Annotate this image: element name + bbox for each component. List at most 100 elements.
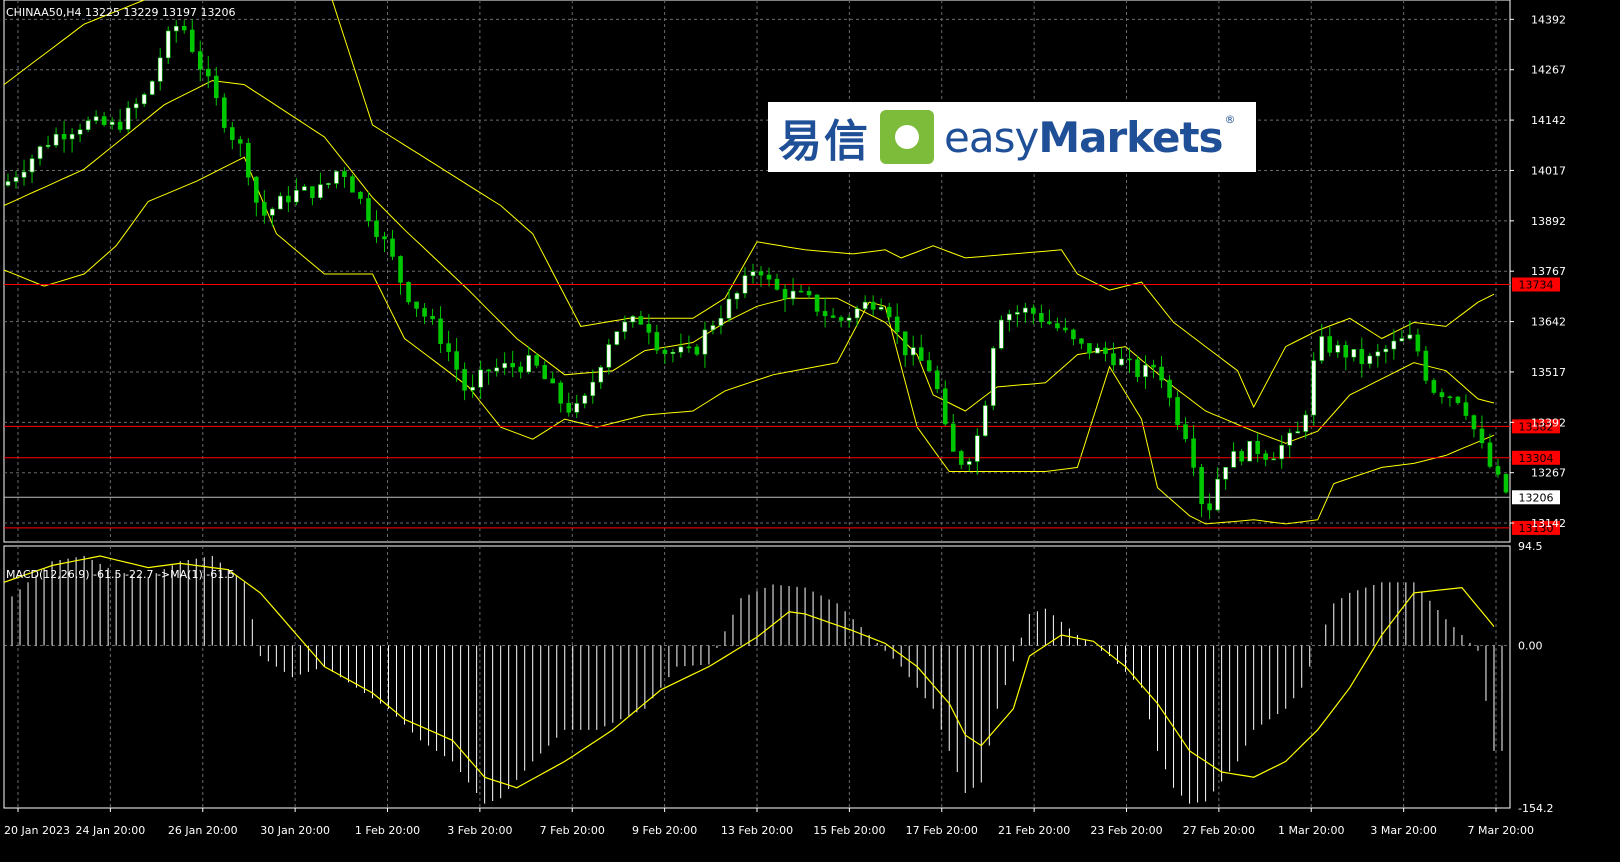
candle-body <box>670 351 676 354</box>
time-tick-label: 15 Feb 20:00 <box>813 824 885 837</box>
time-axis: 20 Jan 2023 24 Jan 20:00 26 Jan 20:00 30 Ja… <box>4 808 1534 837</box>
price-tick-label: 13892 <box>1531 215 1566 228</box>
candle-body <box>1399 338 1405 342</box>
candle-body <box>702 329 708 355</box>
time-tick-label: 3 Feb 20:00 <box>447 824 512 837</box>
price-tick-label: 13267 <box>1531 467 1566 480</box>
price-candles <box>5 19 1509 519</box>
candle-body <box>654 332 660 351</box>
time-tick-label: 26 Jan 20:00 <box>168 824 238 837</box>
candle-body <box>646 324 652 333</box>
candle-body <box>662 349 668 354</box>
candle-body <box>1215 478 1220 511</box>
time-tick-label: 7 Mar 20:00 <box>1468 824 1534 837</box>
candle-body <box>958 451 964 465</box>
candle-body <box>870 301 876 310</box>
time-tick-label: 3 Mar 20:00 <box>1370 824 1436 837</box>
candle-body <box>1071 329 1076 340</box>
candle-body <box>1391 340 1397 350</box>
candle-body <box>366 198 371 222</box>
candle-body <box>1375 351 1381 357</box>
candle-body <box>141 94 147 105</box>
time-tick-label: 9 Feb 20:00 <box>632 824 697 837</box>
candle-body <box>1167 379 1172 398</box>
candle-body <box>1335 344 1341 353</box>
price-tick-label: 13142 <box>1531 517 1566 530</box>
candle-body <box>1287 432 1293 446</box>
candle-body <box>1015 312 1020 315</box>
candle-body <box>1471 415 1477 430</box>
candle-body <box>334 171 339 184</box>
candle-body <box>566 402 572 413</box>
candle-body <box>806 291 812 296</box>
easymarkets-logo: 易信 easyMarkets ® <box>768 102 1256 172</box>
candle-body <box>902 331 908 356</box>
candle-body <box>462 369 467 391</box>
price-tick-label: 13767 <box>1531 265 1566 278</box>
candle-body <box>750 271 756 276</box>
last-price-label: 13206 <box>1519 491 1554 504</box>
macd-label: MACD(12,26,9) -61.5 -22.7 ->MA(1) -61.5 <box>6 568 235 581</box>
candle-body <box>614 331 620 345</box>
hline-label: 13734 <box>1519 278 1554 291</box>
candle-body <box>1271 458 1276 461</box>
candle-body <box>1199 467 1204 505</box>
candle-body <box>1039 313 1044 323</box>
candle-body <box>117 121 123 130</box>
candle-body <box>1351 349 1357 358</box>
candle-body <box>310 186 315 198</box>
candle-body <box>942 388 948 425</box>
symbol-header: CHINAA50,H4 13225 13229 13197 13206 <box>6 6 236 19</box>
candle-body <box>983 405 988 436</box>
candle-body <box>878 306 884 310</box>
candle-body <box>710 325 716 331</box>
candle-body <box>526 355 531 373</box>
candle-body <box>5 181 11 186</box>
candle-body <box>1367 355 1373 364</box>
candle-body <box>254 176 259 203</box>
candle-body <box>454 351 459 370</box>
candle-body <box>438 318 443 344</box>
candle-body <box>1311 360 1317 416</box>
candle-body <box>582 395 588 404</box>
candle-body <box>1023 307 1028 313</box>
candle-body <box>758 271 764 276</box>
macd-axis-label: 0.00 <box>1518 640 1543 653</box>
candle-body <box>542 365 548 380</box>
hline-label: 13304 <box>1519 452 1554 465</box>
candle-body <box>726 298 732 319</box>
price-tick-label: 13517 <box>1531 366 1566 379</box>
candle-body <box>766 274 772 280</box>
candle-body <box>149 81 155 95</box>
candle-body <box>1151 364 1156 368</box>
logo-english-text: easyMarkets ® <box>944 112 1236 162</box>
candle-body <box>1175 397 1180 425</box>
candle-body <box>205 68 211 77</box>
candle-body <box>1415 334 1421 352</box>
candle-body <box>189 29 195 52</box>
logo-chinese-text: 易信 <box>778 116 870 167</box>
candle-body <box>286 195 291 203</box>
candle-body <box>1103 347 1108 354</box>
candle-body <box>1119 358 1124 366</box>
candle-body <box>894 316 900 333</box>
time-tick-label: 7 Feb 20:00 <box>540 824 605 837</box>
candle-body <box>21 171 27 178</box>
candle-body <box>398 256 403 283</box>
candle-body <box>125 107 131 130</box>
candle-body <box>1159 366 1164 381</box>
candle-body <box>422 308 427 317</box>
time-tick-label: 23 Feb 20:00 <box>1090 824 1162 837</box>
candle-body <box>350 176 355 193</box>
candle-body <box>934 370 940 390</box>
candle-body <box>29 158 35 173</box>
candle-body <box>238 139 243 144</box>
candle-body <box>1327 336 1333 353</box>
price-tick-label: 14142 <box>1531 114 1566 127</box>
candle-body <box>45 145 51 147</box>
price-tick-label: 14267 <box>1531 64 1566 77</box>
candle-body <box>966 461 972 465</box>
candle-body <box>1423 350 1429 381</box>
candle-body <box>358 191 363 199</box>
candle-body <box>999 319 1004 349</box>
